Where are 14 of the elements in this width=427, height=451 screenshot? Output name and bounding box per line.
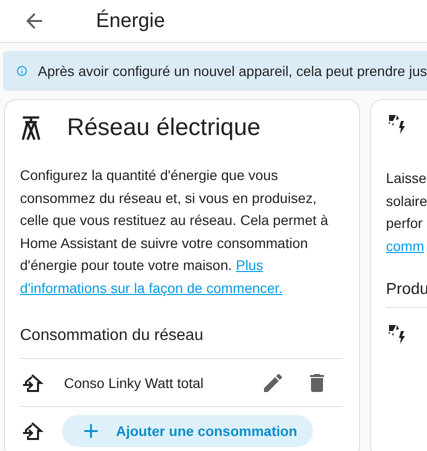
page-title: Énergie: [96, 10, 165, 32]
help-link[interactable]: Plus: [236, 257, 264, 273]
add-consumption-button[interactable]: Ajouter une consommation: [62, 415, 314, 447]
card-title: Réseau électrique: [67, 114, 260, 142]
plus-icon: [82, 422, 100, 440]
source-name: Conso Linky Watt total: [64, 374, 205, 390]
description-line: perfor: [386, 214, 424, 233]
info-text: Après avoir configuré un nouvel appareil, cela peut prendre jus: [38, 63, 427, 79]
help-link[interactable]: comm: [386, 238, 424, 254]
description-line: solaire: [386, 192, 427, 210]
description-line: Laisse: [386, 169, 427, 188]
section-title: Consommation du réseau: [20, 327, 343, 359]
card-description: Configurez la quantité d'énergie que vous consommez du réseau et, si vous en produisez, celle que vous restituez au réseau. Cela permet à Home Assistant de suivre votre consommation d'énergie pour toute votre maison. Plus d'informations sur la façon de commencer.: [19, 166, 330, 298]
help-link[interactable]: d'informations sur la façon de commencer.: [20, 280, 283, 296]
